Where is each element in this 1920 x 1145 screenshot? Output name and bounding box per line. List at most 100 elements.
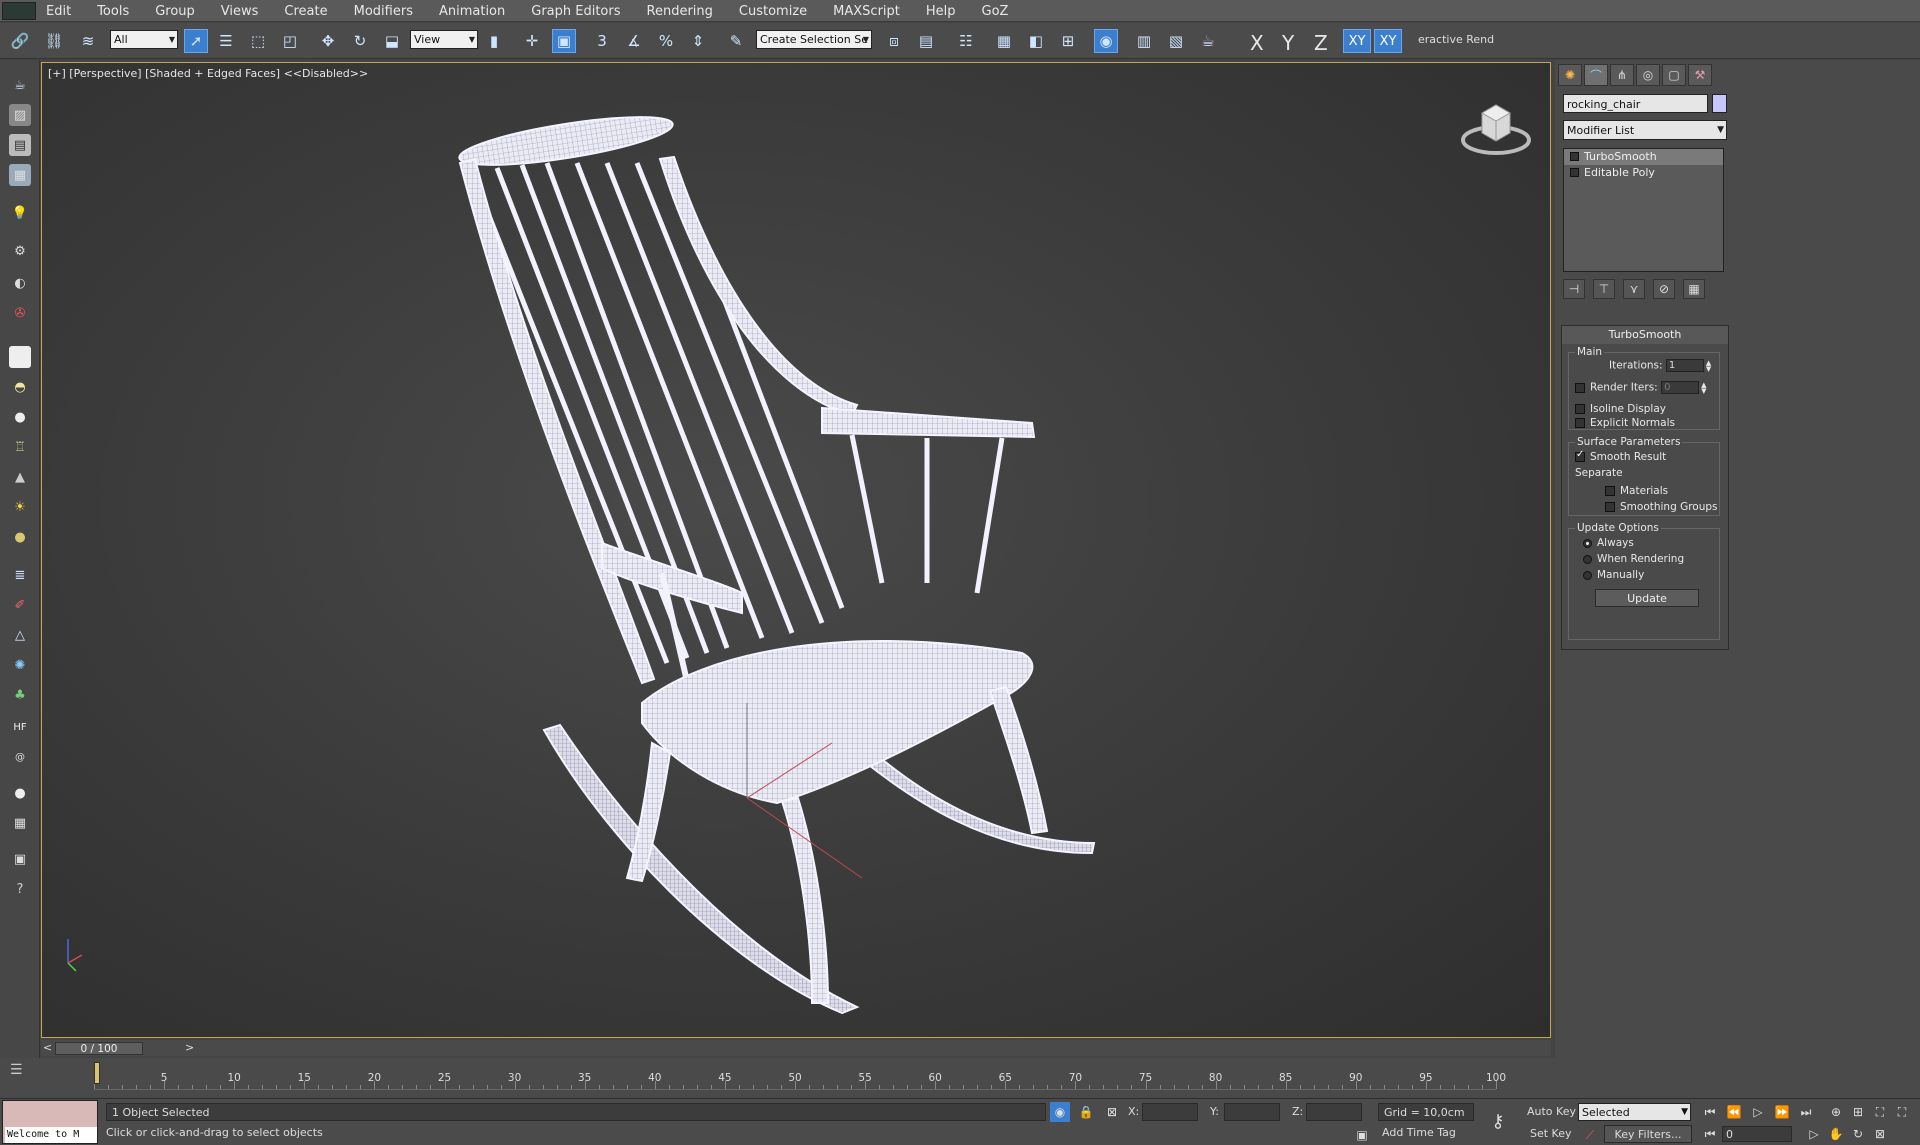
selection-filter-dropdown[interactable]: All (110, 30, 178, 49)
utilities-tab-icon[interactable]: ⚒ (1688, 64, 1712, 86)
remove-modifier-icon[interactable]: ⊘ (1653, 279, 1675, 299)
select-object-icon[interactable]: ➚ (184, 29, 208, 53)
next-frame-arrow-icon[interactable]: > (185, 1041, 194, 1054)
prev-frame-icon[interactable]: ⏪ (1724, 1102, 1744, 1122)
clay-icon[interactable]: ◐ (9, 272, 31, 294)
x-coord-field[interactable] (1142, 1103, 1198, 1121)
add-time-tag[interactable]: Add Time Tag (1382, 1126, 1456, 1139)
materials-checkbox[interactable] (1605, 486, 1615, 496)
maxscript-listener[interactable]: Welcome to M (2, 1100, 98, 1144)
align-icon[interactable]: ▤ (914, 29, 938, 53)
camera-icon[interactable]: ⚙ (9, 240, 31, 262)
isoline-checkbox[interactable] (1575, 404, 1585, 414)
paint-icon[interactable]: ✐ (9, 594, 31, 616)
edit-named-sel-icon[interactable]: ✎ (724, 29, 748, 53)
iterations-spinner[interactable]: 1 (1665, 359, 1704, 372)
curve-editor-icon[interactable]: ◧ (1024, 29, 1048, 53)
set-key-icon[interactable]: ⟋ (1580, 1125, 1600, 1145)
keyboard-shortcut-icon[interactable]: ▣ (552, 29, 576, 53)
go-to-end-icon[interactable]: ⏭ (1796, 1102, 1816, 1122)
move-icon[interactable]: ✥ (316, 29, 340, 53)
named-selection-dropdown[interactable]: Create Selection Se (756, 30, 872, 49)
zoom-extents-icon[interactable]: ⛶ (1870, 1102, 1890, 1122)
configure-sets-icon[interactable]: ▦ (1683, 279, 1705, 299)
play-icon[interactable]: ▷ (1748, 1102, 1768, 1122)
globe-icon[interactable]: ✺ (9, 654, 31, 676)
motion-tab-icon[interactable]: ◎ (1636, 64, 1660, 86)
next-frame-icon[interactable]: ⏩ (1772, 1102, 1792, 1122)
menu-create[interactable]: Create (284, 4, 327, 19)
prev-frame-arrow-icon[interactable]: < (43, 1041, 52, 1054)
calculator-icon[interactable]: ▦ (9, 812, 31, 834)
grid-icon[interactable]: ▦ (9, 164, 31, 186)
render-setup-icon[interactable]: ▥ (1132, 29, 1156, 53)
maxscript-welcome-text[interactable]: Welcome to M (5, 1127, 97, 1143)
isolate-icon[interactable]: ◉ (1050, 1102, 1070, 1122)
auto-key-button[interactable]: Auto Key (1527, 1105, 1576, 1118)
set-key-button[interactable]: Set Key (1530, 1127, 1572, 1140)
hierarchy-tab-icon[interactable]: ⋔ (1610, 64, 1634, 86)
key-mode-dropdown[interactable]: Selected ▼ (1578, 1103, 1691, 1121)
menu-modifiers[interactable]: Modifiers (354, 4, 413, 19)
modifier-list-dropdown[interactable]: Modifier List ▼ (1563, 120, 1727, 140)
menu-edit[interactable]: Edit (46, 4, 71, 19)
unlink-icon[interactable]: ⛓ (42, 29, 66, 53)
update-button[interactable]: Update (1595, 589, 1699, 607)
document-icon[interactable]: ▤ (9, 134, 31, 156)
angle-snap-icon[interactable]: ∡ (622, 29, 646, 53)
rollout-title[interactable]: TurboSmooth (1562, 326, 1728, 344)
teapot-icon[interactable]: ☕ (9, 74, 31, 96)
rect-selection-icon[interactable]: ⬚ (246, 29, 270, 53)
smooth-result-checkbox[interactable] (1575, 449, 1585, 462)
menu-customize[interactable]: Customize (739, 4, 807, 19)
ball-icon[interactable]: ● (9, 526, 31, 548)
hf-icon[interactable]: HF (9, 716, 31, 738)
render-iters-spinner[interactable]: 0 (1661, 381, 1700, 394)
go-to-start-icon[interactable]: ⏮ (1700, 1102, 1720, 1122)
menu-maxscript[interactable]: MAXScript (833, 4, 900, 19)
schematic-icon[interactable]: ⊞ (1056, 29, 1080, 53)
lock-icon[interactable]: 🔒 (1076, 1102, 1096, 1122)
window-crossing-icon[interactable]: ◰ (278, 29, 302, 53)
spinner-arrows-icon[interactable]: ▲ ▼ (1706, 359, 1711, 372)
expand-icon[interactable] (1570, 168, 1579, 177)
pivot-icon[interactable]: ▮ (482, 29, 506, 53)
axis-xy-button[interactable]: XY (1343, 29, 1371, 53)
axis-y-button[interactable]: Y (1282, 31, 1294, 55)
graphite-icon[interactable]: ▦ (992, 29, 1016, 53)
render-frame-icon[interactable]: ▧ (1164, 29, 1188, 53)
cage-icon[interactable]: ♖ (9, 436, 31, 458)
link-icon[interactable]: 🔗 (8, 29, 32, 53)
snap-3d-icon[interactable]: 3 (590, 29, 614, 53)
maximize-viewport-icon[interactable]: ⊠ (1870, 1124, 1890, 1144)
hair-icon[interactable]: ≣ (9, 564, 31, 586)
time-tag-icon[interactable]: ▣ (1352, 1125, 1372, 1145)
app-logo[interactable] (2, 2, 36, 20)
when-rendering-radio[interactable] (1583, 554, 1592, 564)
axis-z-button[interactable]: Z (1314, 31, 1328, 55)
pan-icon[interactable]: ✋ (1826, 1124, 1846, 1144)
scale-icon[interactable]: ⬓ (380, 29, 404, 53)
y-coord-field[interactable] (1224, 1103, 1280, 1121)
manually-radio[interactable] (1583, 570, 1592, 580)
object-name-field[interactable]: rocking_chair (1563, 94, 1708, 113)
menu-tools[interactable]: Tools (97, 4, 129, 19)
measure-icon[interactable]: △ (9, 624, 31, 646)
stack-item-editable-poly[interactable]: Editable Poly (1564, 165, 1723, 181)
material-editor-icon[interactable]: ◉ (1094, 29, 1118, 53)
object-color-swatch[interactable] (1712, 94, 1727, 113)
explicit-normals-checkbox[interactable] (1575, 418, 1585, 428)
smoothing-groups-checkbox[interactable] (1605, 502, 1615, 512)
archive-icon[interactable]: ▣ (9, 848, 31, 870)
field-of-view-icon[interactable]: ▷ (1804, 1124, 1824, 1144)
interactive-render-label[interactable]: eractive Rend (1418, 33, 1494, 46)
stack-item-turbosmooth[interactable]: TurboSmooth (1564, 149, 1723, 165)
current-frame-field[interactable]: 0 (1722, 1126, 1792, 1142)
menu-group[interactable]: Group (155, 4, 195, 19)
menu-animation[interactable]: Animation (439, 4, 505, 19)
zoom-extents-all-icon[interactable]: ⛶ (1892, 1102, 1912, 1122)
current-frame-marker[interactable] (94, 1062, 100, 1084)
select-by-name-icon[interactable]: ☰ (214, 29, 238, 53)
axis-xy-plane-button[interactable]: XY (1374, 29, 1402, 53)
help-icon[interactable]: ? (9, 878, 31, 900)
